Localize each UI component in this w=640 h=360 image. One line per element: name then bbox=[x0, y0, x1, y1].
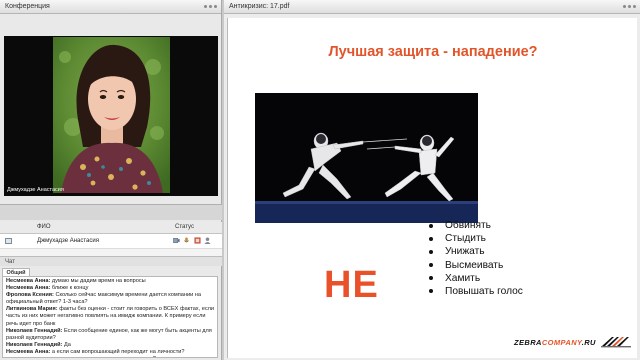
bullet-item: Высмеивать bbox=[427, 259, 523, 272]
chat-log[interactable]: Несмеева Анна: думаю мы дадим время на в… bbox=[2, 276, 218, 358]
zebra-logo-mark-icon bbox=[601, 337, 631, 348]
conference-panel-header[interactable]: Конференция bbox=[0, 0, 221, 14]
slide-ne-heading: НЕ bbox=[324, 264, 379, 306]
chat-message: Николаев Геннадий: Если сообщение единое… bbox=[6, 327, 212, 341]
slide-bullet-list: Обвинять Стыдить Унижать Высмеивать Хами… bbox=[427, 219, 523, 298]
webcam-photo bbox=[53, 37, 170, 193]
panel-menu-icon[interactable] bbox=[204, 5, 217, 8]
chat-message: Литвинова Мария: факты без оценки - стои… bbox=[6, 306, 215, 327]
bullet-item: Стыдить bbox=[427, 232, 523, 245]
webcam-status-icon bbox=[173, 238, 180, 243]
conference-panel: Конференция Джмухадзе Анастасия ФИО Стат… bbox=[0, 0, 222, 360]
presentation-panel-header[interactable]: Антикризис: 17.pdf bbox=[224, 0, 640, 14]
attendee-row[interactable]: Джмухадзе Анастасия bbox=[0, 234, 222, 248]
slide-title: Лучшая защита - нападение? bbox=[328, 44, 538, 60]
chat-title: Чат bbox=[5, 259, 15, 265]
presentation-slide: Лучшая защита - нападение? НЕ Обвинять С… bbox=[227, 18, 637, 358]
attendee-name: Джмухадзе Анастасия bbox=[37, 238, 99, 244]
bullet-item: Унижать bbox=[427, 245, 523, 258]
video-feed[interactable]: Джмухадзе Анастасия bbox=[4, 36, 218, 196]
chat-message: Николаев Геннадий: Да bbox=[6, 341, 71, 348]
zebra-company-logo: ZEBRACOMPANY.RU bbox=[514, 338, 596, 347]
bullet-item: Обвинять bbox=[427, 219, 523, 232]
presentation-file-title: Антикризис: 17.pdf bbox=[229, 3, 290, 10]
video-toolbar bbox=[0, 204, 222, 220]
column-status[interactable]: Статус bbox=[175, 224, 194, 230]
attendee-list-body bbox=[0, 248, 222, 256]
panel-menu-icon[interactable] bbox=[623, 5, 636, 8]
conference-app: Конференция Джмухадзе Анастасия ФИО Стат… bbox=[0, 0, 640, 360]
video-participant-name: Джмухадзе Анастасия bbox=[7, 187, 64, 193]
conference-panel-title: Конференция bbox=[5, 3, 50, 10]
presentation-panel: Антикризис: 17.pdf Лучшая защита - напад… bbox=[224, 0, 640, 360]
attendee-list-header: ФИО Статус bbox=[0, 222, 222, 234]
chat-header: Чат bbox=[0, 256, 222, 266]
bullet-item: Повышать голос bbox=[427, 285, 523, 298]
presenter-icon bbox=[5, 238, 12, 244]
chat-message: Несмеева Анна: думаю мы дадим время на в… bbox=[6, 278, 146, 284]
speaker-status-icon bbox=[194, 237, 201, 244]
fencing-image bbox=[255, 93, 478, 223]
microphone-status-icon bbox=[184, 237, 189, 243]
bullet-item: Хамить bbox=[427, 272, 523, 285]
chat-message: Фролова Ксения: Сколько сейчас максимум … bbox=[6, 292, 201, 306]
chat-message: Несмеева Анна: а если сам вопрошающий пе… bbox=[6, 348, 185, 357]
column-name[interactable]: ФИО bbox=[37, 224, 51, 230]
user-status-icon bbox=[204, 237, 211, 244]
